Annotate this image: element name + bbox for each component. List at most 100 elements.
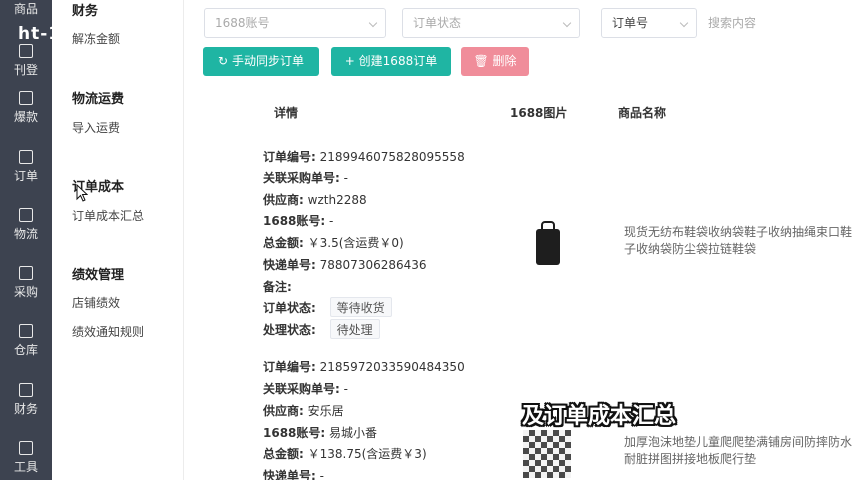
product-image[interactable]	[523, 430, 571, 478]
sync-orders-button[interactable]: ↻ 手动同步订单	[203, 47, 319, 76]
express-line: 快递单号: -	[263, 467, 324, 480]
finance-icon	[19, 383, 33, 397]
menu-item-import-freight[interactable]: 导入运费	[72, 119, 120, 136]
delete-button[interactable]: 🗑 删除	[461, 47, 529, 76]
related-purchase-number: -	[343, 171, 348, 185]
column-header-image: 1688图片	[510, 106, 568, 120]
express-number: 78807306286436	[319, 258, 427, 272]
remark-line: 备注:	[263, 278, 292, 295]
mouse-cursor-icon	[76, 184, 88, 202]
create-order-label: 创建1688订单	[358, 54, 438, 68]
nav-item-label: 仓库	[13, 343, 38, 357]
search-field-select-value: 订单号	[612, 16, 649, 30]
field-label: 总金额:	[263, 236, 304, 250]
field-label: 订单状态:	[263, 301, 316, 315]
field-label: 关联采购单号:	[263, 171, 340, 185]
menu-item-unfreeze[interactable]: 解冻金额	[72, 30, 120, 47]
create-1688-order-button[interactable]: + 创建1688订单	[331, 47, 451, 76]
group-performance-title: 绩效管理	[72, 268, 125, 283]
field-label: 订单编号:	[263, 150, 316, 164]
product-image[interactable]	[532, 221, 564, 265]
sync-orders-label: 手动同步订单	[231, 54, 304, 68]
trash-icon: 🗑	[473, 54, 489, 68]
field-label: 总金额:	[263, 447, 304, 461]
nav-item-products[interactable]: 商品	[0, 0, 52, 17]
process-badge: 待处理	[329, 319, 380, 339]
status-badge: 等待收货	[329, 297, 392, 317]
field-label: 关联采购单号:	[263, 382, 340, 396]
column-header-product-name: 商品名称	[618, 106, 667, 120]
fire-icon	[19, 91, 33, 105]
account-select[interactable]: 1688账号	[204, 8, 386, 38]
field-label: 1688账号:	[263, 214, 326, 228]
nav-item-label: 爆款	[13, 110, 38, 124]
total-line: 总金额: ￥138.75(含运费￥3)	[263, 445, 427, 462]
order-number-line: 订单编号: 2189946075828095558	[263, 148, 465, 165]
bag-body	[536, 229, 560, 265]
supplier-line: 供应商: 安乐居	[263, 402, 344, 419]
nav-item-warehouse[interactable]: 仓库	[0, 324, 52, 358]
nav-item-label: 刊登	[13, 63, 38, 77]
refresh-icon: ↻	[218, 54, 229, 68]
field-label: 备注:	[263, 280, 292, 294]
plus-icon: +	[344, 54, 355, 68]
nav-item-orders[interactable]: 订单	[0, 150, 52, 184]
nav-item-label: 物流	[13, 227, 38, 241]
product-name[interactable]: 现货无纺布鞋袋收纳袋鞋子收纳抽绳束口鞋子收纳袋防尘袋拉链鞋袋	[624, 224, 852, 258]
order-number: 2185972033590484350	[319, 360, 465, 374]
process-status-line: 处理状态: 待处理	[263, 319, 380, 339]
nav-item-purchase[interactable]: 采购	[0, 266, 52, 300]
menu-item-shop-performance[interactable]: 店铺绩效	[72, 294, 120, 311]
status-select[interactable]: 订单状态	[402, 8, 580, 38]
total-value: ￥138.75(含运费￥3)	[307, 447, 427, 461]
supplier-value: 安乐居	[307, 404, 344, 418]
upload-icon	[19, 44, 33, 58]
video-caption: 及订单成本汇总	[522, 404, 677, 429]
account-select-value: 1688账号	[215, 16, 270, 30]
related-purchase-line: 关联采购单号: -	[263, 169, 348, 186]
search-field-select[interactable]: 订单号	[601, 8, 697, 38]
account-value: -	[329, 214, 334, 228]
related-purchase-line: 关联采购单号: -	[263, 380, 348, 397]
search-input[interactable]: 搜索内容	[708, 8, 852, 38]
field-label: 1688账号:	[263, 426, 326, 440]
nav-item-logistics[interactable]: 物流	[0, 208, 52, 242]
product-name[interactable]: 加厚泡沫地垫儿童爬爬垫满铺房间防摔防水耐脏拼图拼接地板爬行垫	[624, 434, 852, 468]
supplier-value: wzth2288	[307, 193, 367, 207]
field-label: 快递单号:	[263, 469, 316, 480]
menu-item-cost-summary[interactable]: 订单成本汇总	[72, 207, 144, 224]
column-header-detail: 详情	[274, 106, 299, 120]
nav-item-listing[interactable]: 刊登	[0, 44, 52, 78]
order-number: 2189946075828095558	[319, 150, 465, 164]
related-purchase-number: -	[343, 382, 348, 396]
chevron-down-icon	[679, 18, 689, 28]
main-content: 1688账号 订单状态 订单号 搜索内容 ↻ 手动同步订单 + 创建1688订单…	[184, 0, 852, 480]
cart-icon	[19, 266, 33, 280]
field-label: 订单编号:	[263, 360, 316, 374]
nav-item-label: 商品	[13, 2, 38, 16]
nav-item-finance[interactable]: 财务	[0, 383, 52, 417]
tool-icon	[19, 441, 33, 455]
status-select-value: 订单状态	[413, 16, 462, 30]
total-line: 总金额: ￥3.5(含运费￥0)	[263, 234, 404, 251]
nav-item-tools[interactable]: 工具	[0, 441, 52, 475]
group-finance-title: 财务	[72, 4, 99, 19]
group-logistics-title: 物流运费	[72, 92, 125, 107]
menu-item-performance-rules[interactable]: 绩效通知规则	[72, 323, 144, 340]
nav-item-hot[interactable]: 爆款	[0, 91, 52, 125]
express-line: 快递单号: 78807306286436	[263, 256, 427, 273]
field-label: 快递单号:	[263, 258, 316, 272]
nav-item-label: 财务	[13, 402, 38, 416]
delete-label: 删除	[492, 54, 517, 68]
order-icon	[19, 150, 33, 164]
account-value: 易城小番	[329, 426, 378, 440]
express-number: -	[319, 469, 324, 480]
account-line: 1688账号: -	[263, 212, 333, 229]
order-status-line: 订单状态: 等待收货	[263, 297, 392, 317]
supplier-line: 供应商: wzth2288	[263, 191, 367, 208]
account-line: 1688账号: 易城小番	[263, 424, 377, 441]
field-label: 供应商:	[263, 193, 304, 207]
nav-item-label: 订单	[13, 169, 38, 183]
field-label: 供应商:	[263, 404, 304, 418]
nav-item-label: 工具	[13, 460, 38, 474]
